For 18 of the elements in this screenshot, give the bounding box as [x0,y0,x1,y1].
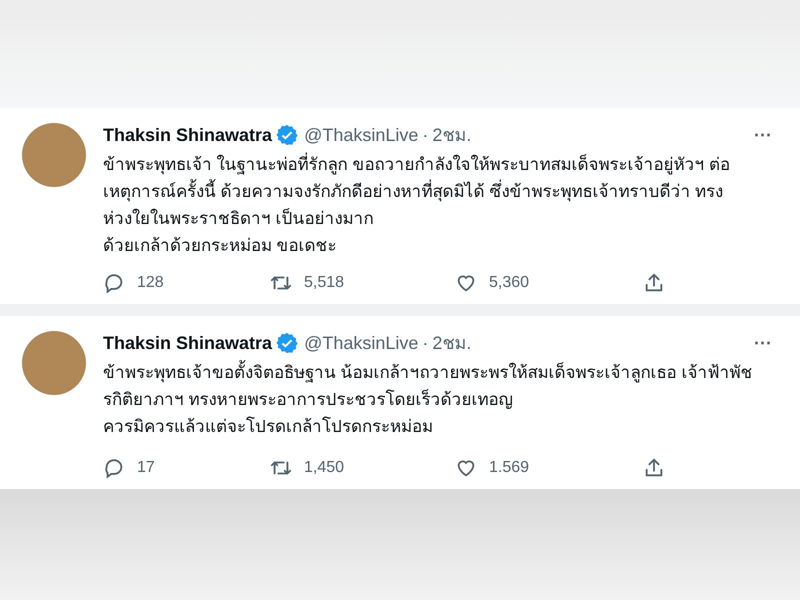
more-button[interactable]: ··· [754,330,772,356]
author-handle[interactable]: @ThaksinLive [304,122,418,148]
timestamp[interactable]: 2ชม. [432,122,472,148]
author-handle[interactable]: @ThaksinLive [304,330,418,356]
author-name[interactable]: Thaksin Shinawatra [103,122,272,148]
separator: · [422,124,428,146]
like-count: 5,360 [489,273,530,293]
retweet-count: 1,450 [304,458,344,478]
like-count: 1.569 [489,458,530,478]
reply-count: 128 [137,273,164,293]
author-name[interactable]: Thaksin Shinawatra [103,330,272,356]
retweet-count: 5,518 [304,273,344,293]
tweet-text: ข้าพระพุทธเจ้าขอตั้งจิตอธิษฐาน น้อมเกล้าฯถวายพระพรให้สมเด็จพระเจ้าลูกเธอ เจ้าฟ้าพัชรกิติยาภาฯ ทรงหายพระอาการประชวรโดยเร็วด้วยเทอญ ควรมิควรแล้วแต่จะโปรดเกล้าโปรดกระหม่อม [103,359,772,440]
separator: · [422,332,428,354]
timestamp[interactable]: 2ชม. [432,330,472,356]
tweet-text: ข้าพระพุทธเจ้า ในฐานะพ่อที่รักลูก ขอถวายกำลังใจให้พระบาทสมเด็จพระเจ้าอยู่หัวฯ ต่อเหตุการณ์ครั้งนี้ ด้วยความจงรักภักดีอย่างหาที่สุดมิได้ ซึ่งข้าพระพุทธเจ้าทราบดีว่า ทรงห่วงใยในพระราชธิดาฯ เป็นอย่างมาก ด้วยเกล้าด้วยกระหม่อม ขอเดชะ [103,151,772,259]
more-button[interactable]: ··· [754,122,772,148]
reply-count: 17 [137,458,155,478]
